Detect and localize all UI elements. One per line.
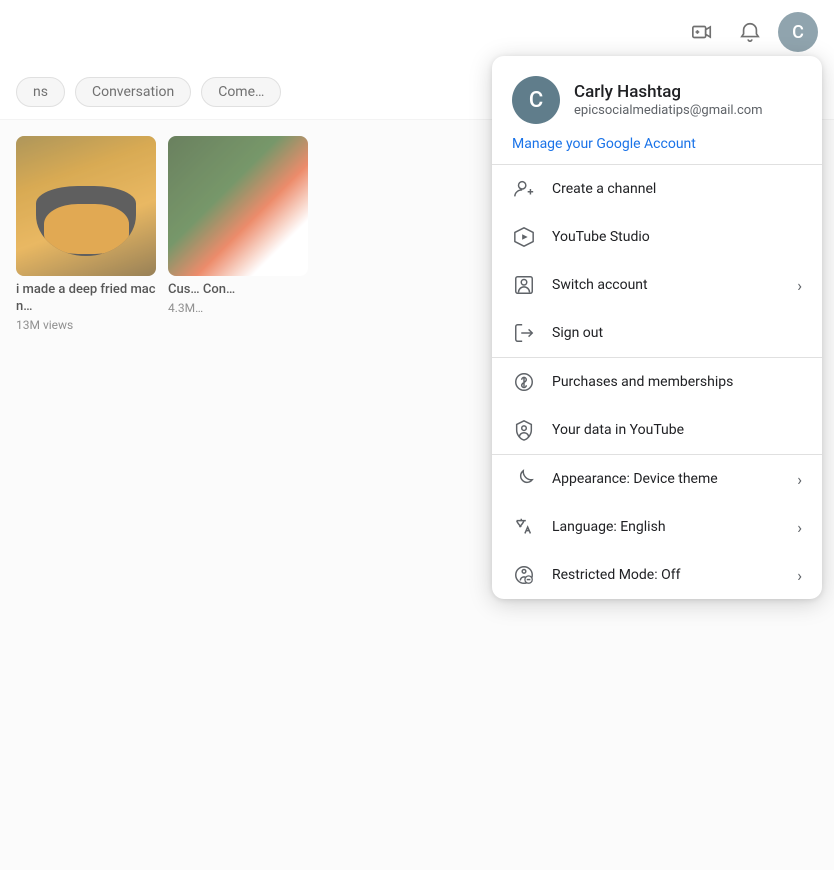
account-dropdown: C Carly Hashtag epicsocialmediatips@gmai… — [492, 56, 822, 599]
signout-icon — [512, 321, 536, 345]
menu-item-switch-account[interactable]: Switch account › — [492, 261, 822, 309]
menu-item-language[interactable]: Language: English › — [492, 503, 822, 551]
menu-label-create-channel: Create a channel — [552, 181, 802, 197]
menu-item-sign-out[interactable]: Sign out — [492, 309, 822, 357]
menu-label-language: Language: English — [552, 519, 781, 535]
shield-person-icon — [512, 418, 536, 442]
chevron-language: › — [797, 518, 802, 537]
chevron-restricted-mode: › — [797, 566, 802, 585]
menu-item-youtube-studio[interactable]: YouTube Studio — [492, 213, 822, 261]
moon-icon — [512, 467, 536, 491]
menu-label-purchases: Purchases and memberships — [552, 374, 802, 390]
studio-icon — [512, 225, 536, 249]
profile-row: C Carly Hashtag epicsocialmediatips@gmai… — [512, 76, 763, 124]
menu-item-create-channel[interactable]: Create a channel — [492, 165, 822, 213]
dollar-icon — [512, 370, 536, 394]
profile-avatar: C — [512, 76, 560, 124]
menu-label-restricted-mode: Restricted Mode: Off — [552, 567, 781, 583]
person-add-icon — [512, 177, 536, 201]
manage-account-link[interactable]: Manage your Google Account — [512, 136, 696, 152]
chevron-appearance: › — [797, 470, 802, 489]
menu-label-youtube-studio: YouTube Studio — [552, 229, 802, 245]
profile-info: Carly Hashtag epicsocialmediatips@gmail.… — [574, 82, 763, 118]
menu-label-your-data: Your data in YouTube — [552, 422, 802, 438]
switch-account-icon — [512, 273, 536, 297]
profile-email: epicsocialmediatips@gmail.com — [574, 103, 763, 118]
profile-name: Carly Hashtag — [574, 82, 763, 102]
menu-label-sign-out: Sign out — [552, 325, 802, 341]
profile-section: C Carly Hashtag epicsocialmediatips@gmai… — [492, 56, 822, 164]
menu-item-appearance[interactable]: Appearance: Device theme › — [492, 455, 822, 503]
menu-item-restricted-mode[interactable]: Restricted Mode: Off › — [492, 551, 822, 599]
restricted-icon — [512, 563, 536, 587]
menu-label-switch-account: Switch account — [552, 277, 781, 293]
translate-icon — [512, 515, 536, 539]
menu-item-purchases[interactable]: Purchases and memberships — [492, 358, 822, 406]
menu-label-appearance: Appearance: Device theme — [552, 471, 781, 487]
chevron-switch-account: › — [797, 276, 802, 295]
menu-item-your-data[interactable]: Your data in YouTube — [492, 406, 822, 454]
